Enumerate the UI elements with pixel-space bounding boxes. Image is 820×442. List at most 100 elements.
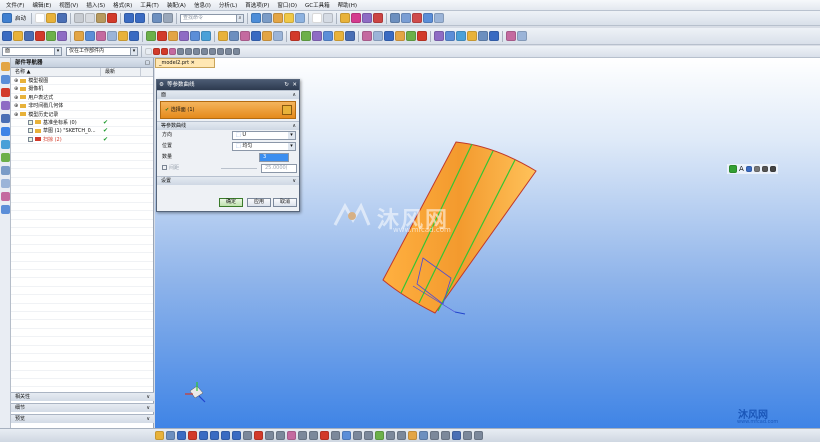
feature-tool-icon[interactable] xyxy=(301,31,311,41)
feature-tool-icon[interactable] xyxy=(434,31,444,41)
repeat-icon[interactable] xyxy=(152,13,163,23)
snap-face-icon[interactable] xyxy=(201,48,208,55)
menu-item[interactable]: 视图(V) xyxy=(55,1,82,9)
sketch-tool-icon[interactable] xyxy=(452,431,461,440)
section-details[interactable]: 细节 ∨ xyxy=(11,403,154,412)
feature-tool-icon[interactable] xyxy=(129,31,139,41)
process-studio-icon[interactable] xyxy=(1,166,10,175)
feature-tool-icon[interactable] xyxy=(345,31,355,41)
select-face-field[interactable]: ✔ 选择面 (1) xyxy=(160,101,296,119)
feature-tool-icon[interactable] xyxy=(24,31,34,41)
feature-tool-icon[interactable] xyxy=(74,31,84,41)
move-icon[interactable] xyxy=(423,13,434,23)
reset-icon[interactable]: ↻ xyxy=(284,80,289,90)
sketch-tool-icon[interactable] xyxy=(408,431,417,440)
wrench-icon[interactable] xyxy=(769,166,776,172)
menu-item[interactable]: 工具(T) xyxy=(136,1,163,9)
pattern-icon[interactable] xyxy=(412,13,423,23)
sketch-tool-icon[interactable] xyxy=(463,431,472,440)
sketch-tool-icon[interactable] xyxy=(320,431,329,440)
sketch-tool-icon[interactable] xyxy=(309,431,318,440)
settings-section-header[interactable]: 设置 ∨ xyxy=(157,176,299,185)
maximize-icon[interactable]: ▢ xyxy=(145,58,150,68)
expand-icon[interactable]: ⊕ xyxy=(14,78,18,84)
expand-icon[interactable]: ⊕ xyxy=(14,112,18,118)
feature-tool-icon[interactable] xyxy=(384,31,394,41)
edit-display-icon[interactable] xyxy=(323,13,334,23)
sketch-tool-icon[interactable] xyxy=(298,431,307,440)
navigator-node[interactable]: ⊕ 用户表达式 xyxy=(11,94,153,103)
sketch-tool-icon[interactable] xyxy=(364,431,373,440)
feature-tool-icon[interactable] xyxy=(179,31,189,41)
section-dependencies[interactable]: 相关性 ∨ xyxy=(11,392,154,401)
feature-tool-icon[interactable] xyxy=(334,31,344,41)
system-scene-icon[interactable] xyxy=(1,205,10,214)
feature-tool-icon[interactable] xyxy=(13,31,23,41)
chevron-down-icon[interactable]: ▾ xyxy=(130,48,137,55)
chevron-down-icon[interactable]: ▾ xyxy=(54,48,61,55)
manufacturing-wizard-icon[interactable] xyxy=(1,179,10,188)
part-navigator-icon[interactable] xyxy=(1,88,10,97)
dimension-icon[interactable] xyxy=(745,166,752,172)
snap-center-icon[interactable] xyxy=(169,48,176,55)
text-a-icon[interactable]: A xyxy=(739,165,744,173)
spacing-checkbox[interactable] xyxy=(162,165,167,170)
menu-item[interactable]: 格式(R) xyxy=(109,1,136,9)
cut-icon[interactable] xyxy=(74,13,85,23)
face-section-header[interactable]: 面 ∧ xyxy=(157,90,299,99)
feature-tool-icon[interactable] xyxy=(240,31,250,41)
sketch-tool-icon[interactable] xyxy=(331,431,340,440)
selection-scope-select[interactable]: 仅在工作部件内 ▾ xyxy=(66,47,138,56)
sketch-tool-icon[interactable] xyxy=(386,431,395,440)
feature-tool-icon[interactable] xyxy=(251,31,261,41)
navigator-node[interactable]: ⊕ 模型历史记录 xyxy=(11,111,153,119)
sketch-tool-icon[interactable] xyxy=(166,431,175,440)
sketch-tool-icon[interactable] xyxy=(375,431,384,440)
menu-item[interactable]: 分析(L) xyxy=(215,1,241,9)
feature-tool-icon[interactable] xyxy=(35,31,45,41)
start-icon[interactable] xyxy=(2,13,12,23)
menu-item[interactable]: 编辑(E) xyxy=(28,1,55,9)
expand-icon[interactable]: ⊕ xyxy=(14,103,18,109)
feature-tool-icon[interactable] xyxy=(312,31,322,41)
view-icon[interactable] xyxy=(251,13,262,23)
feature-tool-icon[interactable] xyxy=(273,31,283,41)
sketch-tool-icon[interactable] xyxy=(254,431,263,440)
sketch-tool-icon[interactable] xyxy=(342,431,351,440)
undo-icon[interactable] xyxy=(124,13,135,23)
feature-tool-icon[interactable] xyxy=(168,31,178,41)
assembly-navigator-icon[interactable] xyxy=(1,62,10,71)
copy-icon[interactable] xyxy=(85,13,96,23)
measure-distance-icon[interactable] xyxy=(340,13,351,23)
feature-tool-icon[interactable] xyxy=(467,31,477,41)
save-icon[interactable] xyxy=(57,13,68,23)
snap-intersection-icon[interactable] xyxy=(193,48,200,55)
snap-tangent-icon[interactable] xyxy=(233,48,240,55)
feature-checkbox[interactable] xyxy=(28,119,33,125)
sketch-tool-icon[interactable] xyxy=(221,431,230,440)
type-filter-select[interactable]: 面 ▾ xyxy=(2,47,62,56)
command-search-input[interactable]: 查找命令 ⌕ xyxy=(180,13,245,23)
measure-body-icon[interactable] xyxy=(362,13,373,23)
feature-tool-icon[interactable] xyxy=(517,31,527,41)
snap-curve-icon[interactable] xyxy=(209,48,216,55)
feature-tool-icon[interactable] xyxy=(201,31,211,41)
window-icon[interactable] xyxy=(163,13,174,23)
feature-tool-icon[interactable] xyxy=(489,31,499,41)
feature-tool-icon[interactable] xyxy=(362,31,372,41)
snap-quadrant-icon[interactable] xyxy=(177,48,184,55)
section-preview[interactable]: 预览 ∨ xyxy=(11,414,154,423)
snap-pole-icon[interactable] xyxy=(225,48,232,55)
feature-tool-icon[interactable] xyxy=(85,31,95,41)
feature-tool-icon[interactable] xyxy=(262,31,272,41)
snap-grid-icon[interactable] xyxy=(753,166,760,172)
navigator-node[interactable]: 扫掠 (2) ✔ xyxy=(11,136,153,145)
cancel-button[interactable]: 取消 xyxy=(273,198,297,207)
mirror-icon[interactable] xyxy=(401,13,412,23)
sketch-tool-icon[interactable] xyxy=(232,431,241,440)
start-button[interactable]: 启动 xyxy=(13,14,28,22)
snap-endpoint-icon[interactable] xyxy=(153,48,160,55)
sketch-tool-icon[interactable] xyxy=(287,431,296,440)
feature-tool-icon[interactable] xyxy=(190,31,200,41)
menu-item[interactable]: 帮助(H) xyxy=(334,1,361,9)
